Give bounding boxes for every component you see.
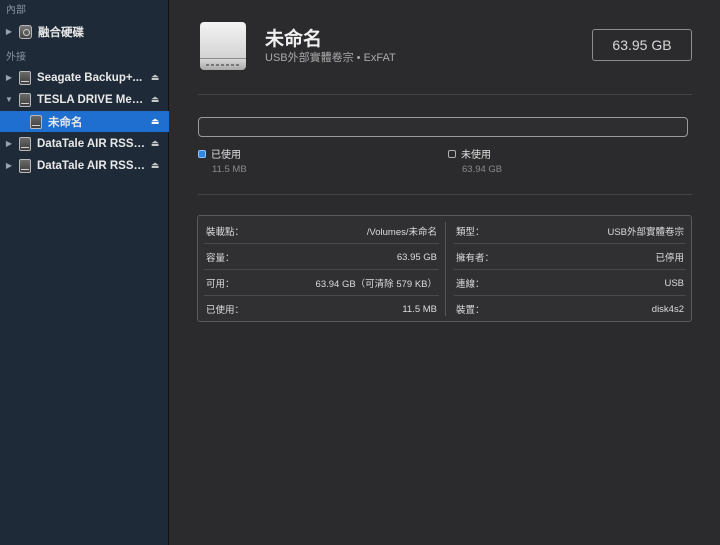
used-value: 11.5 MB xyxy=(212,164,247,175)
used-swatch-icon xyxy=(198,149,206,158)
sidebar-item-label: 融合硬碟 xyxy=(38,26,84,39)
info-value: USB xyxy=(664,277,684,289)
free-legend: 未使用 xyxy=(448,146,491,161)
external-disk-icon xyxy=(19,136,31,151)
info-value: disk4s2 xyxy=(651,303,684,315)
info-value: 63.94 GB（可清除 579 KB） xyxy=(315,279,437,290)
sidebar-item-label: TESLA DRIVE Media xyxy=(37,93,147,106)
info-row-mount-point: 裝載點： /Volumes/未命名 xyxy=(198,218,445,244)
used-label: 已使用 xyxy=(211,150,241,161)
external-disk-icon xyxy=(19,70,31,85)
free-value: 63.94 GB xyxy=(462,164,503,175)
free-label: 未使用 xyxy=(461,150,491,161)
eject-icon[interactable]: ⏏ xyxy=(147,116,163,127)
info-column-left: 裝載點： /Volumes/未命名 容量： 63.95 GB 可用： 63.94… xyxy=(198,216,445,321)
info-key: 類型： xyxy=(456,227,485,238)
info-key: 裝置： xyxy=(456,305,485,316)
usage-bar xyxy=(198,117,688,137)
external-drive-icon xyxy=(200,22,246,72)
volume-name: 未命名 xyxy=(265,29,323,50)
info-row-type: 類型： USB外部實體卷宗 xyxy=(448,218,692,244)
divider xyxy=(198,194,692,195)
column-divider xyxy=(445,222,446,316)
sidebar-item-label: Seagate Backup+... xyxy=(37,71,143,84)
disclosure-triangle-icon[interactable]: ▶ xyxy=(3,27,15,36)
sidebar-item-tesla-drive[interactable]: ▼ TESLA DRIVE Media ⏏ xyxy=(0,89,169,110)
info-row-device: 裝置： disk4s2 xyxy=(448,296,692,322)
sidebar-item-untitled-volume[interactable]: 未命名 ⏏ xyxy=(0,111,169,132)
external-disk-icon xyxy=(19,92,31,107)
internal-disk-icon xyxy=(19,24,32,39)
section-header-internal: 內部 xyxy=(6,5,26,16)
volume-subtitle: USB外部實體卷宗 • ExFAT xyxy=(265,52,396,64)
info-key: 容量： xyxy=(206,253,235,264)
info-table: 裝載點： /Volumes/未命名 容量： 63.95 GB 可用： 63.94… xyxy=(197,215,692,322)
sidebar-item-datatale-1[interactable]: ▶ DataTale AIR RSS2... ⏏ xyxy=(0,133,169,154)
info-value: /Volumes/未命名 xyxy=(366,227,437,238)
disclosure-triangle-icon[interactable]: ▼ xyxy=(3,95,15,104)
free-swatch-icon xyxy=(448,149,456,158)
info-value: 63.95 GB xyxy=(396,251,437,263)
info-key: 擁有者： xyxy=(456,253,495,264)
eject-icon[interactable]: ⏏ xyxy=(147,72,163,83)
divider xyxy=(198,94,692,95)
sidebar: 內部 ▶ 融合硬碟 外接 ▶ Seagate Backup+... ⏏ ▼ TE… xyxy=(0,0,169,545)
info-value: 11.5 MB xyxy=(402,303,437,315)
sidebar-item-fusion-drive[interactable]: ▶ 融合硬碟 xyxy=(0,21,169,42)
info-row-available: 可用： 63.94 GB（可清除 579 KB） xyxy=(198,270,445,296)
disclosure-triangle-icon[interactable]: ▶ xyxy=(3,139,15,148)
info-row-connection: 連線： USB xyxy=(448,270,692,296)
sidebar-item-label: 未命名 xyxy=(48,116,83,129)
info-row-owners: 擁有者： 已停用 xyxy=(448,244,692,270)
eject-icon[interactable]: ⏏ xyxy=(147,94,163,105)
info-value: 已停用 xyxy=(655,253,684,264)
info-row-capacity: 容量： 63.95 GB xyxy=(198,244,445,270)
volume-icon xyxy=(30,114,42,129)
capacity-badge: 63.95 GB xyxy=(592,29,692,61)
info-key: 連線： xyxy=(456,279,485,290)
sidebar-item-label: DataTale AIR RSS2... xyxy=(37,137,147,150)
info-column-right: 類型： USB外部實體卷宗 擁有者： 已停用 連線： USB 裝置： disk4… xyxy=(448,216,692,321)
eject-icon[interactable]: ⏏ xyxy=(147,138,163,149)
eject-icon[interactable]: ⏏ xyxy=(147,160,163,171)
info-key: 已使用： xyxy=(206,305,245,316)
sidebar-item-datatale-2[interactable]: ▶ DataTale AIR RSS2... ⏏ xyxy=(0,155,169,176)
info-value: USB外部實體卷宗 xyxy=(607,227,684,238)
info-row-used: 已使用： 11.5 MB xyxy=(198,296,445,322)
info-key: 裝載點： xyxy=(206,227,245,238)
disclosure-triangle-icon[interactable]: ▶ xyxy=(3,161,15,170)
main-panel: 未命名 USB外部實體卷宗 • ExFAT 63.95 GB 已使用 11.5 … xyxy=(170,0,720,545)
disclosure-triangle-icon[interactable]: ▶ xyxy=(3,73,15,82)
sidebar-item-seagate[interactable]: ▶ Seagate Backup+... ⏏ xyxy=(0,67,169,88)
sidebar-item-label: DataTale AIR RSS2... xyxy=(37,159,147,172)
section-header-external: 外接 xyxy=(6,52,26,63)
external-disk-icon xyxy=(19,158,31,173)
used-legend: 已使用 xyxy=(198,146,241,161)
info-key: 可用： xyxy=(206,279,235,290)
